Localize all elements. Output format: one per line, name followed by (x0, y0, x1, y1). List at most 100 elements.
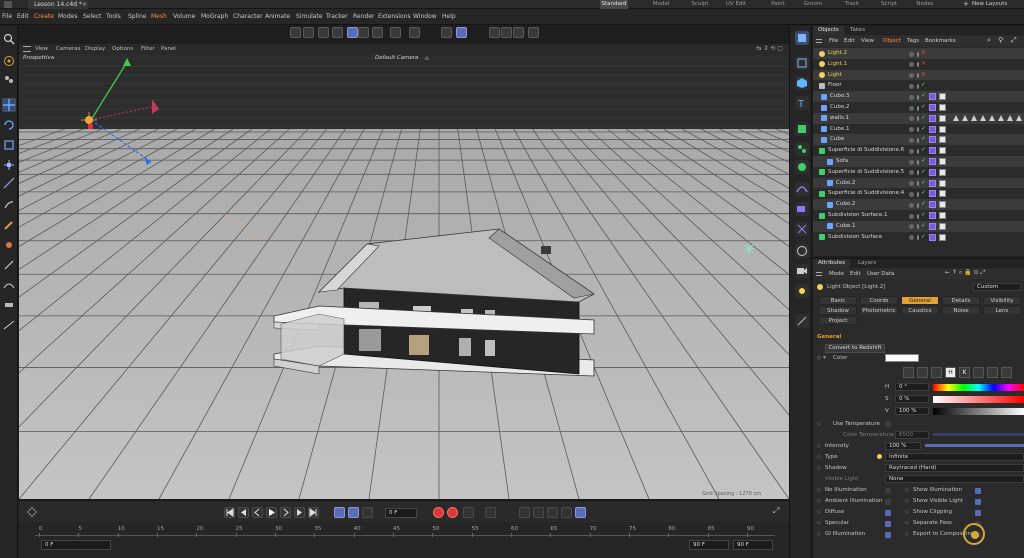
visibility-toggle-icon[interactable] (909, 148, 914, 154)
material-tag-icon[interactable] (929, 147, 936, 155)
h-field[interactable]: 0 ° (895, 383, 929, 391)
field-icon[interactable] (795, 222, 809, 236)
menu-tools[interactable]: Tools (106, 9, 121, 25)
menu-spline[interactable]: Spline (128, 9, 146, 25)
swatches-mode-icon[interactable] (987, 367, 998, 378)
material-tag-icon[interactable] (929, 233, 936, 241)
section-tab-caustics[interactable]: Caustics (901, 306, 939, 315)
section-tab-general[interactable]: General (901, 296, 939, 305)
menu-help[interactable]: Help (442, 9, 456, 25)
add-layout-icon[interactable]: + (963, 0, 969, 8)
layout-tab-model[interactable]: Model (645, 0, 677, 9)
render-toggle-icon[interactable] (917, 148, 919, 154)
snap-toggle-icon[interactable] (441, 27, 452, 38)
render-icon[interactable] (501, 27, 512, 38)
menu-modes[interactable]: Modes (58, 9, 77, 25)
objects-menu-tags[interactable]: Tags (907, 36, 919, 46)
undo-icon[interactable] (290, 27, 301, 38)
texture-tag-icon[interactable] (939, 104, 946, 111)
menu-mograph[interactable]: MoGraph (201, 9, 228, 25)
visibility-toggle-icon[interactable] (909, 73, 914, 79)
checkbox-gi-illumination[interactable] (885, 531, 891, 538)
viewport-menu-options[interactable]: Options (112, 44, 133, 54)
enabled-check-icon[interactable]: ✓ (921, 221, 926, 232)
color-swatch[interactable] (885, 354, 919, 362)
menu-simulate[interactable]: Simulate (296, 9, 323, 25)
layout-tab-script[interactable]: Script (873, 0, 905, 9)
attr-nav-icons[interactable]: ← ↑ ⌕ 🔒 ⊙ ⤢ (945, 269, 985, 277)
spline-pen-icon[interactable] (2, 258, 16, 272)
viewport-menu-display[interactable]: Display (85, 44, 105, 54)
mograph-cloner-icon[interactable] (795, 142, 809, 156)
objects-filter-icon[interactable]: ⚲ (998, 36, 1003, 44)
color-temperature-field[interactable]: 6500 (895, 431, 929, 439)
scale-tool-icon[interactable] (2, 138, 16, 152)
key-param-button[interactable] (561, 507, 572, 518)
render-toggle-icon[interactable] (917, 116, 919, 122)
menu-mesh[interactable]: Mesh (151, 9, 167, 25)
material-tag-icon[interactable] (929, 158, 936, 165)
start-frame-field[interactable]: 0 F (41, 540, 111, 550)
objects-expand-icon[interactable]: ⤢ (1011, 36, 1017, 45)
enabled-check-icon[interactable]: ✓ (921, 80, 926, 91)
object-row[interactable]: Cubo.2 ✓ (813, 102, 1024, 113)
visible-light-dropdown[interactable]: None (885, 475, 1024, 483)
scene-camera-icon[interactable] (795, 264, 809, 278)
polygons-mode-icon[interactable] (390, 27, 401, 38)
points-mode-icon[interactable] (358, 27, 369, 38)
objects-menu-edit[interactable]: Edit (844, 36, 855, 46)
objects-menu-icon[interactable] (816, 39, 822, 43)
render-settings-icon[interactable] (513, 27, 524, 38)
material-tag-icon[interactable] (929, 222, 936, 230)
texture-tag-icon[interactable] (939, 158, 946, 165)
intensity-field[interactable]: 100 % (885, 442, 921, 450)
value-slider[interactable] (933, 408, 1024, 415)
objects-menu-object[interactable]: Object (883, 36, 901, 46)
object-row[interactable]: Cube.1 ✓ (813, 124, 1024, 135)
uv-mode-icon[interactable] (409, 27, 420, 38)
triangle-tag-icon[interactable] (1007, 115, 1013, 122)
menu-volume[interactable]: Volume (173, 9, 195, 25)
hue-slider[interactable] (933, 384, 1024, 391)
timeline-expand-icon[interactable]: ⤢ (773, 506, 779, 516)
camera-icon[interactable] (795, 202, 809, 216)
triangle-tag-icon[interactable] (998, 115, 1004, 122)
texture-tag-icon[interactable] (939, 93, 946, 101)
visibility-toggle-icon[interactable] (909, 181, 914, 187)
visibility-toggle-icon[interactable] (909, 51, 914, 57)
visibility-toggle-icon[interactable] (909, 137, 914, 143)
viewport-menu-panel[interactable]: Panel (161, 44, 176, 54)
menu-render[interactable]: Render (353, 9, 374, 25)
key-rotation-button[interactable] (533, 507, 544, 518)
section-tab-photometric[interactable]: Photometric (860, 306, 898, 315)
viewport-nav-icons[interactable]: ⇆ ↕ ⟲ ▢ (757, 45, 783, 52)
deformer-icon[interactable] (795, 160, 809, 174)
render-toggle-icon[interactable] (917, 213, 919, 219)
viewport-menu-filter[interactable]: Filter (141, 44, 155, 54)
layout-tab-nodes[interactable]: Nodes (909, 0, 941, 9)
disabled-x-icon[interactable]: ✕ (921, 59, 926, 70)
v-field[interactable]: 100 % (895, 407, 929, 415)
s-field[interactable]: 0 % (895, 395, 929, 403)
key-scale-button[interactable] (547, 507, 558, 518)
section-tab-coords[interactable]: Coords (860, 296, 898, 305)
render-toggle-icon[interactable] (917, 73, 919, 79)
viewport-options-icon[interactable] (23, 46, 31, 52)
knife-tool-icon[interactable] (2, 198, 16, 212)
visibility-toggle-icon[interactable] (909, 213, 914, 219)
type-dropdown[interactable]: Infinite (885, 453, 1024, 461)
section-tab-details[interactable]: Details (942, 296, 980, 305)
object-row[interactable]: Superficie di Suddivisione.5 ✓ (813, 167, 1024, 178)
visibility-toggle-icon[interactable] (909, 159, 914, 165)
render-toggle-icon[interactable] (917, 224, 919, 230)
render-toggle-icon[interactable] (917, 94, 919, 100)
render-toggle-icon[interactable] (917, 137, 919, 143)
end-frame-field-b[interactable]: 90 F (733, 540, 773, 550)
convert-to-redshift-button[interactable]: Convert to Redshift (825, 344, 885, 353)
object-row[interactable]: Light ✕ (813, 69, 1024, 81)
object-row[interactable]: Cubo.3 ✓ (813, 91, 1024, 102)
render-toggle-icon[interactable] (917, 51, 919, 57)
goto-start-button[interactable] (224, 507, 235, 518)
section-tab-noise[interactable]: Noise (942, 306, 980, 315)
material-tag-icon[interactable] (929, 114, 936, 122)
